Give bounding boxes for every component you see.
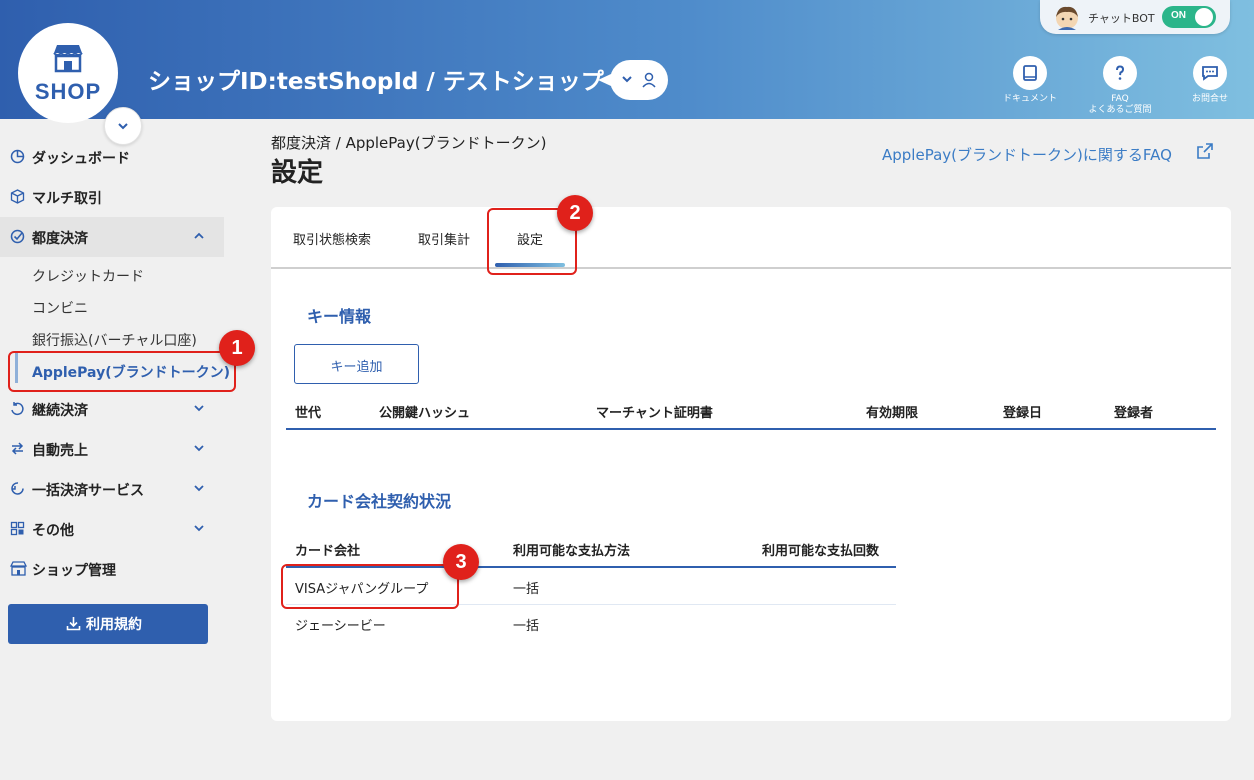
question-icon <box>1116 65 1125 80</box>
chevron-down-icon <box>622 76 632 83</box>
tab-transaction-search[interactable]: 取引状態検索 <box>293 229 371 248</box>
cube-icon <box>10 189 25 204</box>
column-header: 有効期限 <box>866 406 919 421</box>
sidebar-item-one-time-payment[interactable]: 都度決済 <box>0 217 224 257</box>
sidebar-item-other[interactable]: その他 <box>0 509 224 549</box>
terms-of-use-button[interactable]: 利用規約 <box>8 604 208 644</box>
external-link-icon <box>1197 143 1213 159</box>
exchange-icon <box>11 442 24 455</box>
chevron-down-icon <box>194 445 204 452</box>
recurring-icon <box>11 402 24 416</box>
contact-button[interactable]: お問合せ <box>1170 56 1250 105</box>
user-icon <box>642 72 656 88</box>
chevron-down-icon <box>194 405 204 412</box>
payment-method-cell: 一括 <box>513 619 540 634</box>
chatbot-widget[interactable]: チャットBOT ON <box>1040 0 1230 34</box>
card-contract-title: カード会社契約状況 <box>307 492 452 511</box>
grid-icon <box>10 521 25 536</box>
breadcrumb: 都度決済 / ApplePay(ブランドトークン) <box>271 134 547 152</box>
chat-icon <box>1202 66 1218 81</box>
chevron-up-icon <box>194 232 204 239</box>
sidebar-item-batch-service[interactable]: 一括決済サービス <box>0 469 224 509</box>
card-company-cell: ジェーシービー <box>295 619 386 634</box>
check-circle-icon <box>10 229 25 244</box>
settings-card: 取引状態検索 取引集計 設定 キー情報 キー追加 世代 公開鍵ハッシュ マーチャ… <box>271 207 1231 721</box>
column-header: 利用可能な支払方法 <box>513 544 631 559</box>
tab-transaction-summary[interactable]: 取引集計 <box>418 229 470 248</box>
faq-button[interactable]: FAQ よくあるご質問 <box>1080 56 1160 116</box>
chatbot-toggle[interactable]: ON <box>1162 6 1216 28</box>
chevron-down-icon <box>194 525 204 532</box>
sidebar-subitem-credit-card[interactable]: クレジットカード <box>32 266 144 286</box>
book-icon <box>1023 65 1037 81</box>
column-header: カード会社 <box>295 544 361 559</box>
sidebar-subitem-convenience[interactable]: コンビニ <box>32 298 88 318</box>
dashboard-icon <box>10 149 25 164</box>
sidebar-item-multi[interactable]: マルチ取引 <box>0 177 224 217</box>
chevron-down-icon <box>194 485 204 492</box>
column-header: マーチャント証明書 <box>596 406 713 421</box>
toggle-knob <box>1195 8 1213 26</box>
page-title: 設定 <box>271 158 324 188</box>
applepay-faq-link[interactable]: ApplePay(ブランドトークン)に関するFAQ <box>882 143 1213 165</box>
table-header-divider <box>286 428 1216 430</box>
store-icon <box>10 561 27 576</box>
column-header: 公開鍵ハッシュ <box>379 406 471 421</box>
annotation-box-1 <box>8 351 236 392</box>
chatbot-avatar-icon <box>1056 6 1078 30</box>
sidebar-item-auto-sales[interactable]: 自動売上 <box>0 429 224 469</box>
logo-text: SHOP <box>34 79 102 104</box>
download-icon <box>66 617 81 631</box>
shop-logo[interactable]: SHOP <box>18 23 142 145</box>
app-header: SHOP ショップID:testShopId / テストショップ チャットBOT… <box>0 0 1254 145</box>
key-info-title: キー情報 <box>307 307 372 326</box>
sidebar-item-dashboard[interactable]: ダッシュボード <box>0 137 224 177</box>
store-icon <box>53 45 83 73</box>
tab-bar: 取引状態検索 取引集計 設定 <box>271 207 1231 269</box>
column-header: 世代 <box>295 406 322 421</box>
column-header: 登録者 <box>1114 406 1154 421</box>
refresh-icon <box>11 482 24 495</box>
annotation-box-3 <box>281 564 459 609</box>
annotation-badge-3: 3 <box>443 544 479 580</box>
annotation-badge-1: 1 <box>219 330 255 366</box>
sidebar-item-recurring[interactable]: 継続決済 <box>0 389 224 429</box>
sidebar-item-shop-management[interactable]: ショップ管理 <box>0 549 224 589</box>
payment-method-cell: 一括 <box>513 582 540 597</box>
shop-title: ショップID:testShopId / テストショップ <box>148 69 604 95</box>
column-header: 登録日 <box>1003 406 1043 421</box>
user-menu-button[interactable] <box>598 60 668 100</box>
sidebar: ダッシュボード マルチ取引 都度決済 クレジットカード コンビニ 銀行振込(バー… <box>0 119 230 780</box>
chatbot-label: チャットBOT <box>1088 12 1155 25</box>
add-key-button[interactable]: キー追加 <box>294 344 419 384</box>
column-header: 利用可能な支払回数 <box>762 544 880 559</box>
sidebar-subitem-bank-transfer[interactable]: 銀行振込(バーチャル口座) <box>32 330 197 350</box>
document-button[interactable]: ドキュメント <box>990 56 1070 105</box>
annotation-badge-2: 2 <box>557 195 593 231</box>
